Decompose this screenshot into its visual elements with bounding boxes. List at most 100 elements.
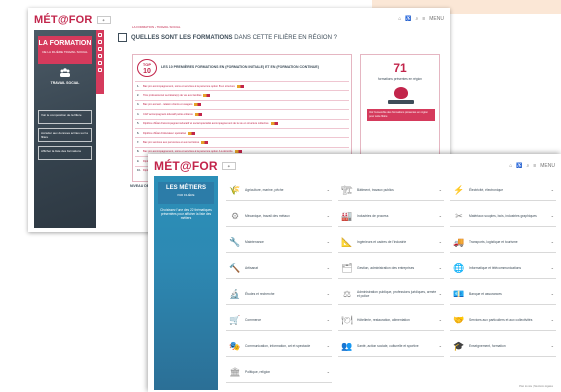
chevron-down-icon[interactable]: ⌄ xyxy=(439,265,442,270)
category-item[interactable]: 🏭 Industries de process ⌄ xyxy=(338,205,444,227)
category-item[interactable]: 🌐 Informatique et télécommunications ⌄ xyxy=(450,257,556,279)
home-icon[interactable]: ⌂ xyxy=(398,16,401,22)
category-item[interactable]: 📐 Ingénieurs et cadres de l'industrie ⌄ xyxy=(338,231,444,253)
sidebar-button-composition[interactable]: Voir le composition de la filière xyxy=(38,110,92,124)
share-rail xyxy=(96,30,104,94)
accessibility-icon[interactable]: ♿ xyxy=(516,163,522,169)
category-item[interactable]: ✂ Matériaux souples, bois, industries gra… xyxy=(450,205,556,227)
menu-label[interactable]: MENU xyxy=(429,16,444,22)
row-label[interactable]: Bac pro accompagnement, soins et service… xyxy=(143,150,233,153)
category-item[interactable]: 🛒 Commerce ⌄ xyxy=(226,309,332,331)
category-icon: 🏗 xyxy=(341,184,353,195)
all-formations-link[interactable]: Voir l'ensemble des formations présentes… xyxy=(367,109,435,121)
pdf-icon[interactable] xyxy=(98,61,102,65)
sidebar-button-data[interactable]: Accéder aux données écrites sur la filiè… xyxy=(38,128,92,142)
category-item[interactable]: ⚡ Électricité, électronique ⌄ xyxy=(450,179,556,201)
category-item[interactable]: 🎓 Enseignement, formation ⌄ xyxy=(450,335,556,357)
download-icon[interactable] xyxy=(98,54,102,58)
category-label: Hôtellerie, restauration, alimentation xyxy=(357,317,410,322)
sidebar-subtitle: DE LA FILIÈRE TRAVAIL SOCIAL xyxy=(42,50,88,54)
row-label[interactable]: Diplôme d'État d'éducateur spécialisé xyxy=(143,132,186,135)
formation-count-label: formations présentes en région xyxy=(378,77,422,81)
print-icon[interactable] xyxy=(98,40,102,44)
category-item[interactable]: 🏛 Politique, religion ⌄ xyxy=(226,361,332,383)
chevron-down-icon[interactable]: ⌄ xyxy=(439,343,442,348)
category-item[interactable]: 🗂 Gestion, administration des entreprises… xyxy=(338,257,444,279)
share-icon[interactable] xyxy=(98,33,102,37)
filiere-label: TRAVAIL SOCIAL xyxy=(50,81,80,85)
category-item[interactable]: 🔬 Études et recherche ⌄ xyxy=(226,283,332,305)
category-item[interactable]: 🔧 Maintenance ⌄ xyxy=(226,231,332,253)
category-item[interactable]: 🌾 Agriculture, marine, pêche ⌄ xyxy=(226,179,332,201)
partner-logo: ◆ xyxy=(221,162,236,170)
chevron-down-icon[interactable]: ⌄ xyxy=(327,265,330,270)
home-icon[interactable]: ⌂ xyxy=(509,163,512,169)
row-rank: 6. xyxy=(137,131,140,135)
category-item[interactable]: 🔨 Artisanat ⌄ xyxy=(226,257,332,279)
chevron-down-icon[interactable]: ⌄ xyxy=(327,239,330,244)
chevron-down-icon[interactable]: ⌄ xyxy=(439,213,442,218)
chevron-down-icon[interactable]: ⌄ xyxy=(439,291,442,296)
table-row[interactable]: 4. CAP accompagnant éducatif petite enfan… xyxy=(135,109,349,118)
category-item[interactable]: 👥 Santé, action sociale, culturelle et sp… xyxy=(338,335,444,357)
chevron-down-icon[interactable]: ⌄ xyxy=(551,343,554,348)
menu-icon[interactable]: ≡ xyxy=(533,163,536,169)
row-label[interactable]: Bac pro accueil - relation clients et us… xyxy=(143,103,192,106)
category-label: Ingénieurs et cadres de l'industrie xyxy=(357,239,407,244)
chevron-down-icon[interactable]: ⌄ xyxy=(327,317,330,322)
table-row[interactable]: 2. Titre professionnel secrétaire(s) de v… xyxy=(135,90,349,99)
chevron-down-icon[interactable]: ⌄ xyxy=(551,317,554,322)
chevron-down-icon[interactable]: ⌄ xyxy=(551,213,554,218)
category-item[interactable]: ⚖ Administration publique, professions ju… xyxy=(338,283,444,305)
row-label[interactable]: Titre professionnel secrétaire(s) de vie… xyxy=(143,94,201,97)
search-icon[interactable]: ⌕ xyxy=(416,16,419,22)
chevron-down-icon[interactable]: ⌄ xyxy=(551,291,554,296)
toolbar: ⌂ ♿ ⌕ ≡ MENU xyxy=(398,16,444,22)
category-item[interactable]: 🍽 Hôtellerie, restauration, alimentation ⌄ xyxy=(338,309,444,331)
category-item[interactable]: 🎭 Communication, information, art et spec… xyxy=(226,335,332,357)
app-logo[interactable]: MÉT@FOR ◆ xyxy=(34,14,111,26)
chevron-down-icon[interactable]: ⌄ xyxy=(327,369,330,374)
chevron-down-icon[interactable]: ⌄ xyxy=(327,187,330,192)
category-icon: ⚙ xyxy=(230,210,240,221)
help-icon[interactable] xyxy=(98,68,102,72)
accessibility-icon[interactable]: ♿ xyxy=(405,16,411,22)
row-label[interactable]: Bac pro accompagnement, soins et service… xyxy=(143,85,235,88)
chevron-down-icon[interactable]: ⌄ xyxy=(327,213,330,218)
sidebar: LES MÉTIERS PAR FILIÈRE Choisissez l'une… xyxy=(154,176,218,390)
mail-icon[interactable] xyxy=(98,47,102,51)
sidebar-button-formations[interactable]: Afficher la liste des formations xyxy=(38,146,92,160)
chevron-down-icon[interactable]: ⌄ xyxy=(327,343,330,348)
menu-label[interactable]: MENU xyxy=(540,163,555,169)
chevron-down-icon[interactable]: ⌄ xyxy=(551,265,554,270)
table-row[interactable]: 7. Bac pro services aux personnes et aux … xyxy=(135,137,349,146)
category-item[interactable]: 🚚 Transports, logistique et tourisme ⌄ xyxy=(450,231,556,253)
footer-links[interactable]: Plan du site | Mentions légales xyxy=(519,385,553,388)
category-label: Études et recherche xyxy=(245,291,275,296)
search-icon[interactable]: ⌕ xyxy=(527,163,530,169)
breadcrumb[interactable]: LA FORMATION › TRAVAIL SOCIAL xyxy=(132,25,181,29)
table-row[interactable]: 3. Bac pro accueil - relation clients et … xyxy=(135,99,349,109)
row-label[interactable]: Diplôme d'État d'accompagnant éducatif e… xyxy=(143,122,269,125)
category-item[interactable]: 🤝 Services aux particuliers et aux collec… xyxy=(450,309,556,331)
category-item[interactable]: ⚙ Mécanique, travail des métaux ⌄ xyxy=(226,205,332,227)
menu-icon[interactable]: ≡ xyxy=(422,16,425,22)
table-row[interactable]: 1. Bac pro accompagnement, soins et servi… xyxy=(135,81,349,90)
chevron-down-icon[interactable]: ⌄ xyxy=(327,291,330,296)
page-title-rest: DANS CETTE FILIÈRE EN RÉGION ? xyxy=(234,35,337,41)
category-icon: 📐 xyxy=(341,236,353,247)
chevron-down-icon[interactable]: ⌄ xyxy=(439,239,442,244)
chevron-down-icon[interactable]: ⌄ xyxy=(551,187,554,192)
row-label[interactable]: Bac pro services aux personnes et aux te… xyxy=(143,141,199,144)
table-row[interactable]: 5. Diplôme d'État d'accompagnant éducatif… xyxy=(135,118,349,128)
row-label[interactable]: CAP accompagnant éducatif petite enfance xyxy=(143,113,193,116)
row-rank: 5. xyxy=(137,122,140,126)
chevron-down-icon[interactable]: ⌄ xyxy=(551,239,554,244)
category-icon: 🚚 xyxy=(453,236,465,247)
category-item[interactable]: 💶 Banque et assurances ⌄ xyxy=(450,283,556,305)
category-item[interactable]: 🏗 Bâtiment, travaux publics ⌄ xyxy=(338,179,444,201)
chevron-down-icon[interactable]: ⌄ xyxy=(439,317,442,322)
table-row[interactable]: 6. Diplôme d'État d'éducateur spécialisé xyxy=(135,127,349,137)
chevron-down-icon[interactable]: ⌄ xyxy=(439,187,442,192)
app-logo[interactable]: MÉT@FOR ◆ xyxy=(154,159,236,173)
